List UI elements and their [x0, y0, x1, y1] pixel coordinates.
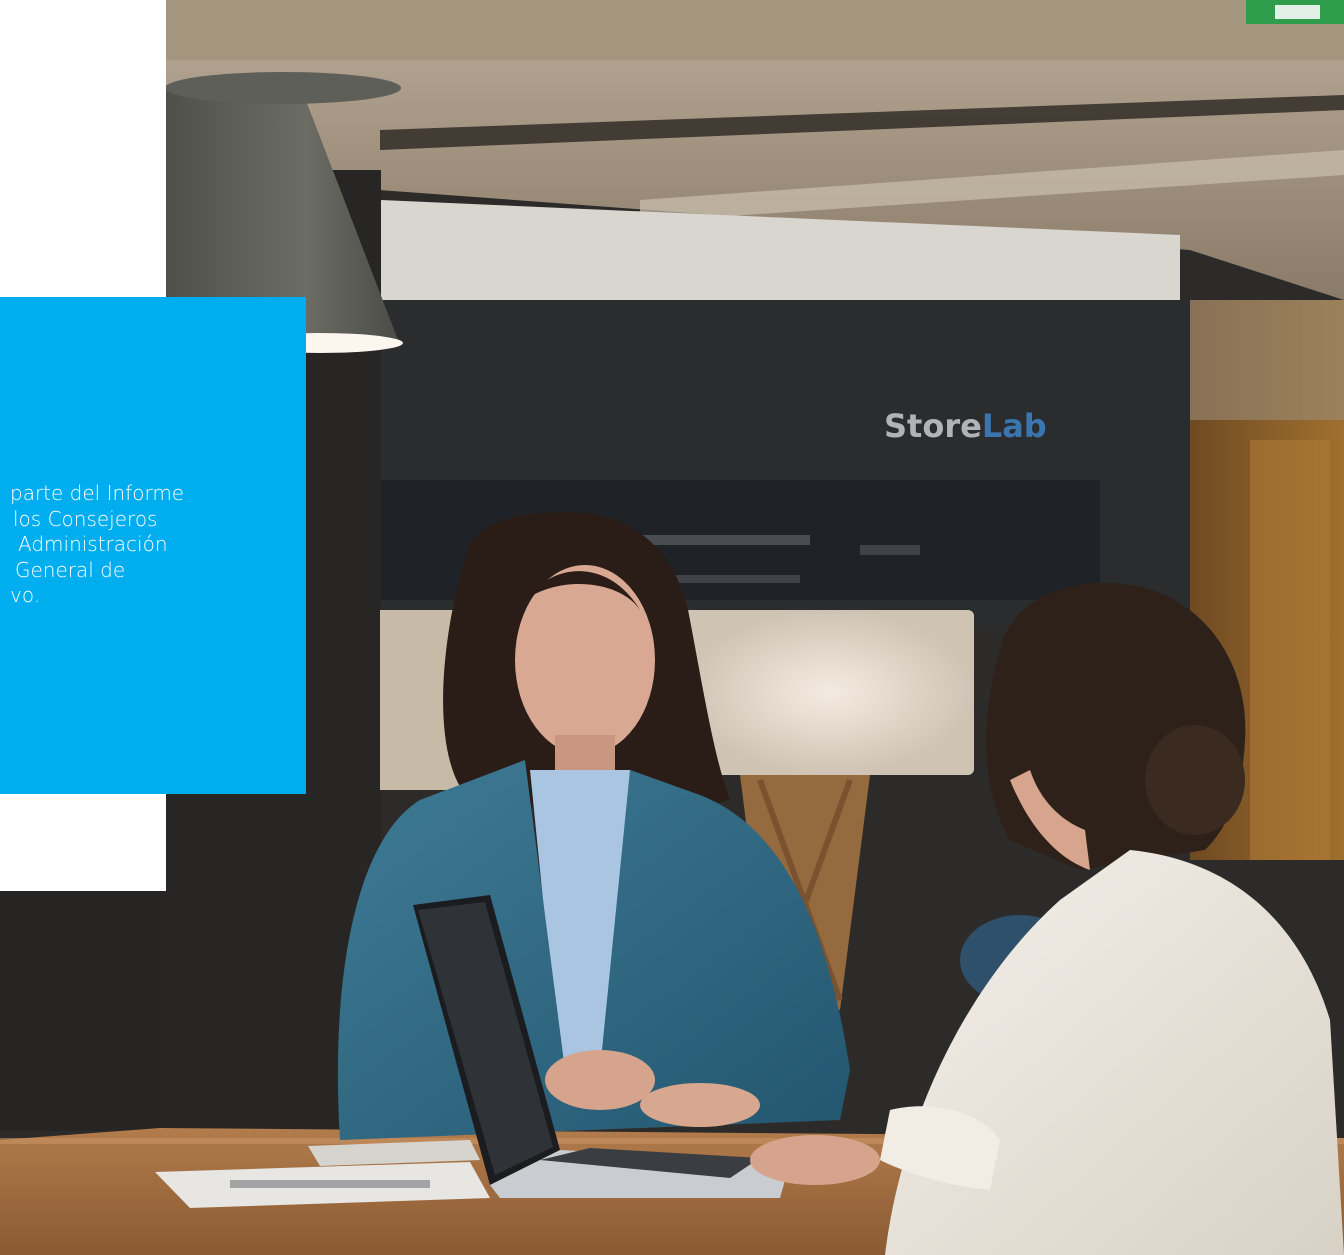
intro-line: Administración — [18, 532, 168, 556]
intro-text: parte del Informe los Consejeros Adminis… — [10, 481, 306, 609]
page: StoreLab parte del Informe los Consejero… — [0, 0, 1344, 1255]
intro-line: General de — [15, 557, 126, 582]
intro-line: vo. — [10, 583, 41, 607]
intro-line: parte del Informe — [10, 481, 185, 505]
storelab-sign: StoreLab — [884, 407, 1047, 445]
intro-line: los Consejeros — [13, 506, 158, 531]
